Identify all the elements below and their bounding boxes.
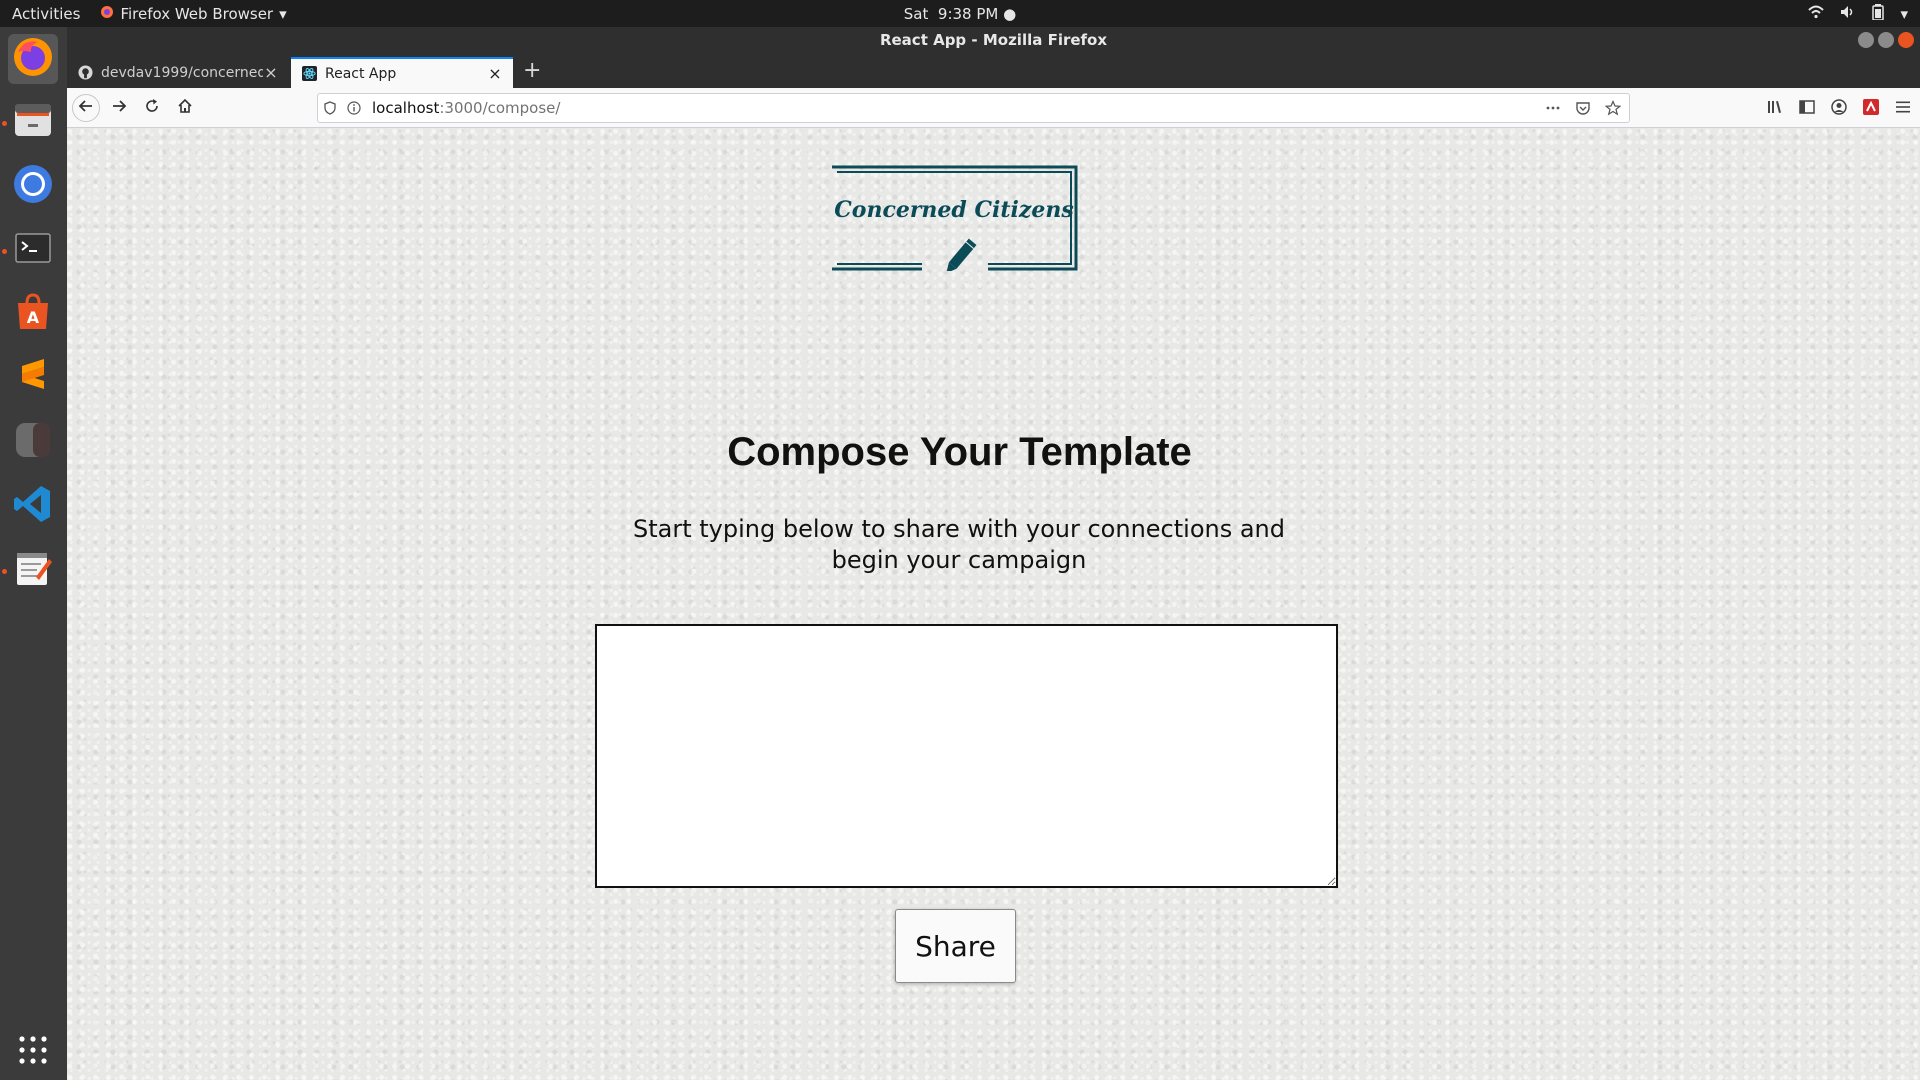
address-bar[interactable]: localhost:3000/compose/ bbox=[317, 93, 1630, 123]
forward-button[interactable] bbox=[105, 94, 133, 122]
close-window-button[interactable] bbox=[1898, 32, 1914, 48]
vscode-icon bbox=[12, 483, 54, 529]
bookmark-star-icon[interactable] bbox=[1604, 100, 1622, 120]
info-icon[interactable] bbox=[342, 101, 366, 115]
dock-files[interactable] bbox=[8, 97, 58, 147]
files-icon bbox=[12, 99, 54, 145]
page-viewport: Concerned Citizens Compose Your Template… bbox=[67, 128, 1920, 1080]
battery-icon bbox=[1872, 3, 1885, 24]
extension-icon[interactable] bbox=[1862, 98, 1880, 120]
clock: Sat 9:38 PM ● bbox=[0, 5, 1920, 23]
clock-day: Sat bbox=[903, 4, 929, 23]
running-indicator bbox=[2, 249, 7, 254]
maximize-button[interactable] bbox=[1878, 32, 1894, 48]
navigation-toolbar: localhost:3000/compose/ bbox=[67, 88, 1920, 128]
clock-time: 9:38 PM bbox=[937, 4, 999, 23]
library-icon[interactable] bbox=[1766, 98, 1784, 120]
share-button[interactable]: Share bbox=[895, 909, 1016, 983]
system-tray[interactable]: ▾ bbox=[1808, 0, 1908, 27]
home-icon bbox=[177, 98, 193, 118]
shield-icon[interactable] bbox=[318, 101, 342, 115]
template-textarea[interactable] bbox=[595, 624, 1338, 888]
tab-title: devdav1999/concerned- bbox=[101, 64, 263, 81]
wifi-icon bbox=[1808, 5, 1825, 23]
dock-text-editor[interactable] bbox=[8, 545, 58, 595]
page-subtitle: Start typing below to share with your co… bbox=[633, 515, 1285, 574]
dock-vscode[interactable] bbox=[8, 481, 58, 531]
running-indicator bbox=[2, 569, 7, 574]
dock-software-center[interactable]: A bbox=[8, 289, 58, 339]
logo-text: Concerned Citizens bbox=[834, 197, 1074, 223]
sublime-text-icon bbox=[12, 355, 54, 401]
firefox-icon bbox=[12, 36, 54, 82]
dock-sublime-text[interactable] bbox=[8, 353, 58, 403]
system-top-bar: Activities Firefox Web Browser ▾ Sat 9:3… bbox=[0, 0, 1920, 27]
tab-github[interactable]: devdav1999/concerned- × bbox=[67, 57, 289, 88]
dock: A bbox=[0, 27, 67, 1080]
app-window-icon bbox=[12, 419, 54, 465]
dock-terminal[interactable] bbox=[8, 225, 58, 275]
url-actions bbox=[1545, 100, 1622, 120]
dock-app-switcher[interactable] bbox=[8, 417, 58, 467]
software-center-icon: A bbox=[12, 291, 54, 337]
site-logo[interactable]: Concerned Citizens bbox=[830, 165, 1078, 274]
app-menu-label: Firefox Web Browser bbox=[120, 4, 274, 23]
system-menu-caret-icon: ▾ bbox=[1900, 4, 1908, 23]
github-icon bbox=[77, 65, 93, 81]
clock-button[interactable]: Sat 9:38 PM ● bbox=[904, 5, 1016, 23]
tab-bar: devdav1999/concerned- × React App × + bbox=[67, 53, 1920, 88]
toolbar-right bbox=[1766, 98, 1912, 120]
dock-chromium[interactable] bbox=[8, 161, 58, 211]
react-icon bbox=[301, 66, 317, 82]
back-button[interactable] bbox=[72, 94, 100, 122]
app-menu[interactable]: Firefox Web Browser ▾ bbox=[92, 4, 287, 23]
notification-dot-icon: ● bbox=[1003, 4, 1017, 23]
pen-icon bbox=[946, 238, 977, 274]
dock-show-applications[interactable] bbox=[8, 1027, 58, 1077]
arrow-right-icon bbox=[111, 98, 127, 118]
url-text[interactable]: localhost:3000/compose/ bbox=[372, 99, 560, 117]
minimize-button[interactable] bbox=[1858, 32, 1874, 48]
hamburger-menu-icon[interactable] bbox=[1894, 98, 1912, 120]
arrow-left-icon bbox=[78, 98, 94, 118]
caret-down-icon: ▾ bbox=[279, 4, 287, 23]
url-host: localhost bbox=[372, 99, 440, 117]
running-indicator bbox=[2, 121, 7, 126]
page-actions-icon[interactable] bbox=[1545, 100, 1561, 120]
volume-icon bbox=[1840, 5, 1856, 23]
svg-text:A: A bbox=[27, 308, 40, 327]
reload-button[interactable] bbox=[138, 94, 166, 122]
close-tab-icon[interactable]: × bbox=[487, 64, 503, 83]
new-tab-button[interactable]: + bbox=[523, 59, 541, 83]
pocket-icon[interactable] bbox=[1575, 100, 1591, 120]
firefox-small-icon bbox=[100, 5, 114, 23]
sidebar-icon[interactable] bbox=[1798, 98, 1816, 120]
url-path: :3000/compose/ bbox=[439, 99, 561, 117]
account-icon[interactable] bbox=[1830, 98, 1848, 120]
chromium-icon bbox=[12, 163, 54, 209]
window-title: React App - Mozilla Firefox bbox=[879, 31, 1108, 49]
close-tab-icon[interactable]: × bbox=[263, 63, 279, 82]
text-editor-icon bbox=[12, 547, 54, 593]
tab-title: React App bbox=[325, 65, 397, 82]
home-button[interactable] bbox=[171, 94, 199, 122]
terminal-icon bbox=[12, 227, 54, 273]
activities-button[interactable]: Activities bbox=[0, 5, 92, 23]
tab-react-app[interactable]: React App × bbox=[291, 57, 513, 88]
page-title: Compose Your Template bbox=[727, 430, 1192, 474]
app-grid-icon bbox=[18, 1035, 48, 1069]
dock-firefox[interactable] bbox=[8, 34, 58, 84]
window-titlebar[interactable]: React App - Mozilla Firefox bbox=[67, 27, 1920, 53]
reload-icon bbox=[144, 98, 160, 118]
window-controls bbox=[1858, 32, 1914, 48]
